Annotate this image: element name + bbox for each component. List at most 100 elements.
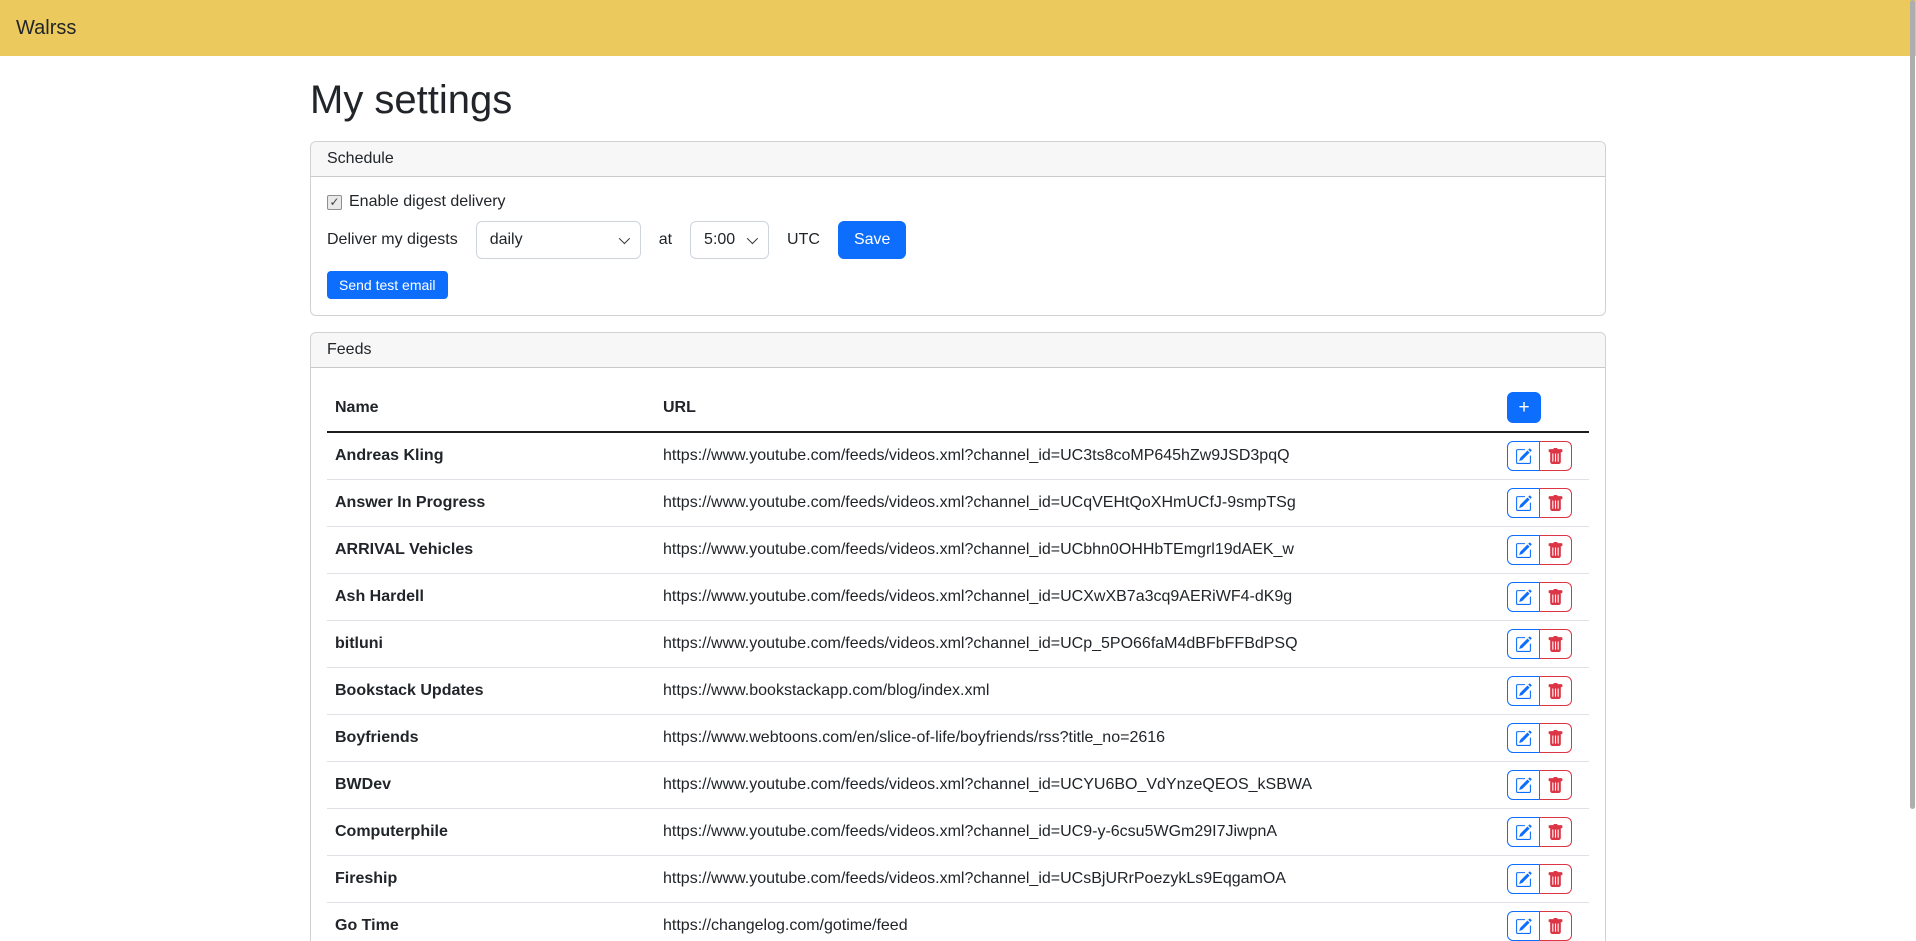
enable-digest-label[interactable]: Enable digest delivery [349,193,506,211]
feed-row: Answer In Progress https://www.youtube.c… [327,480,1589,527]
feed-row: BWDev https://www.youtube.com/feeds/vide… [327,762,1589,809]
feed-name: bitluni [327,621,655,668]
feed-actions [1507,582,1572,612]
feed-row: Bookstack Updates https://www.bookstacka… [327,668,1589,715]
edit-feed-button[interactable] [1507,629,1540,659]
feed-row: Boyfriends https://www.webtoons.com/en/s… [327,715,1589,762]
schedule-card: Schedule ✓ Enable digest delivery Delive… [310,141,1606,316]
delete-feed-button[interactable] [1539,723,1572,753]
feed-name: Andreas Kling [327,432,655,480]
trash-icon [1547,495,1564,512]
vertical-scrollbar-thumb[interactable] [1910,0,1915,809]
trash-icon [1547,871,1564,888]
column-header-url: URL [655,384,1499,432]
delete-feed-button[interactable] [1539,629,1572,659]
pencil-square-icon [1515,824,1532,841]
feed-actions [1507,629,1572,659]
main-content: My settings Schedule ✓ Enable digest del… [298,78,1618,941]
feed-url: https://www.youtube.com/feeds/videos.xml… [655,621,1499,668]
timezone-label: UTC [787,231,820,249]
feed-url: https://www.youtube.com/feeds/videos.xml… [655,574,1499,621]
trash-icon [1547,730,1564,747]
pencil-square-icon [1515,871,1532,888]
feed-actions [1507,911,1572,941]
feed-name: Bookstack Updates [327,668,655,715]
trash-icon [1547,824,1564,841]
add-feed-button[interactable]: + [1507,392,1541,423]
schedule-card-header: Schedule [311,142,1605,177]
feeds-table: Name URL + Andreas Kling https://www.you… [327,384,1589,941]
pencil-square-icon [1515,918,1532,935]
edit-feed-button[interactable] [1507,488,1540,518]
time-select[interactable]: 5:00 [690,221,769,259]
enable-digest-checkbox[interactable]: ✓ [327,195,342,210]
feed-actions [1507,770,1572,800]
feed-name: Boyfriends [327,715,655,762]
feed-row: Andreas Kling https://www.youtube.com/fe… [327,432,1589,480]
edit-feed-button[interactable] [1507,441,1540,471]
feed-row: Ash Hardell https://www.youtube.com/feed… [327,574,1589,621]
schedule-card-body: ✓ Enable digest delivery Deliver my dige… [311,177,1605,315]
feed-url: https://www.youtube.com/feeds/videos.xml… [655,480,1499,527]
pencil-square-icon [1515,448,1532,465]
edit-feed-button[interactable] [1507,676,1540,706]
feed-name: ARRIVAL Vehicles [327,527,655,574]
feed-actions [1507,441,1572,471]
trash-icon [1547,636,1564,653]
plus-icon: + [1518,398,1529,417]
top-navbar: Walrss [0,0,1916,56]
feeds-card-header: Feeds [311,333,1605,368]
deliver-digests-label: Deliver my digests [327,231,458,249]
trash-icon [1547,448,1564,465]
pencil-square-icon [1515,683,1532,700]
save-button[interactable]: Save [838,221,906,259]
feed-actions [1507,535,1572,565]
pencil-square-icon [1515,636,1532,653]
feed-name: Ash Hardell [327,574,655,621]
at-label: at [659,231,672,249]
edit-feed-button[interactable] [1507,911,1540,941]
feed-url: https://www.youtube.com/feeds/videos.xml… [655,527,1499,574]
app-brand[interactable]: Walrss [16,17,76,40]
feed-actions [1507,723,1572,753]
delete-feed-button[interactable] [1539,535,1572,565]
pencil-square-icon [1515,777,1532,794]
chevron-down-icon [618,233,629,244]
delete-feed-button[interactable] [1539,488,1572,518]
edit-feed-button[interactable] [1507,817,1540,847]
feed-row: bitluni https://www.youtube.com/feeds/vi… [327,621,1589,668]
page-title: My settings [310,78,1606,123]
edit-feed-button[interactable] [1507,723,1540,753]
trash-icon [1547,918,1564,935]
delete-feed-button[interactable] [1539,676,1572,706]
feed-url: https://changelog.com/gotime/feed [655,903,1499,941]
edit-feed-button[interactable] [1507,582,1540,612]
frequency-select[interactable]: daily [476,221,641,259]
feed-name: BWDev [327,762,655,809]
feeds-card: Feeds Name URL + Andreas Kling https://w… [310,332,1606,941]
feed-url: https://www.youtube.com/feeds/videos.xml… [655,432,1499,480]
feed-row: Computerphile https://www.youtube.com/fe… [327,809,1589,856]
feed-actions [1507,676,1572,706]
edit-feed-button[interactable] [1507,535,1540,565]
feed-row: ARRIVAL Vehicles https://www.youtube.com… [327,527,1589,574]
delete-feed-button[interactable] [1539,770,1572,800]
trash-icon [1547,542,1564,559]
trash-icon [1547,777,1564,794]
trash-icon [1547,589,1564,606]
feed-row: Fireship https://www.youtube.com/feeds/v… [327,856,1589,903]
delete-feed-button[interactable] [1539,582,1572,612]
trash-icon [1547,683,1564,700]
delete-feed-button[interactable] [1539,864,1572,894]
delete-feed-button[interactable] [1539,441,1572,471]
vertical-scrollbar[interactable] [1909,0,1916,941]
send-test-email-button[interactable]: Send test email [327,271,448,299]
edit-feed-button[interactable] [1507,864,1540,894]
feed-actions [1507,488,1572,518]
column-header-name: Name [327,384,655,432]
delete-feed-button[interactable] [1539,911,1572,941]
delete-feed-button[interactable] [1539,817,1572,847]
chevron-down-icon [747,233,758,244]
pencil-square-icon [1515,495,1532,512]
edit-feed-button[interactable] [1507,770,1540,800]
